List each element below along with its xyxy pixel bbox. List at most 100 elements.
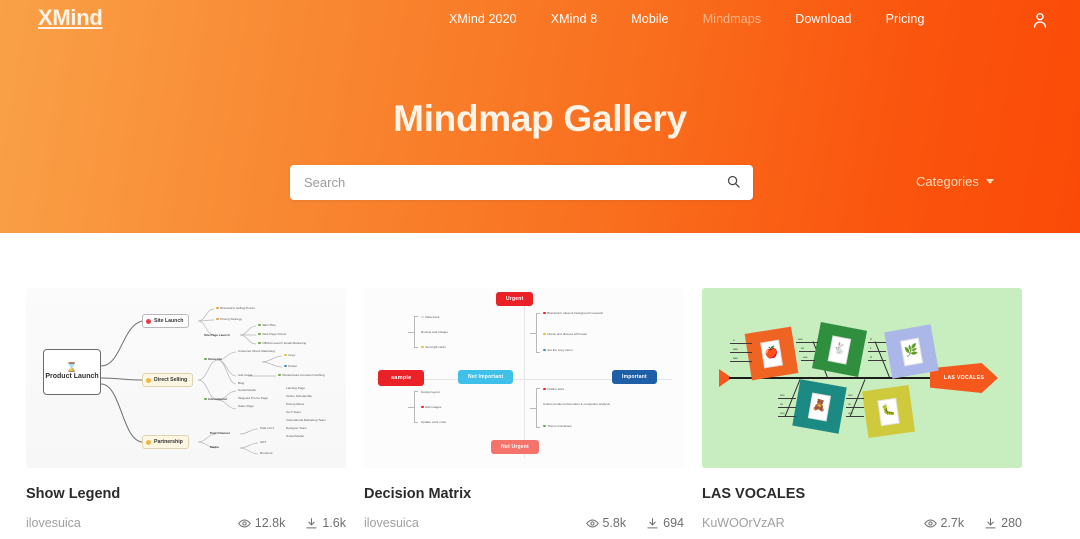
xmind-logo[interactable]: XMind [38, 5, 103, 31]
gallery-card[interactable]: LAS VOCALES 🍎 🐇 🌿 🧸 🐛 a aaa aaa eee ee e… [702, 288, 1022, 530]
branch-label: Direct Selling [154, 377, 188, 383]
branch-label: Site Launch [154, 318, 184, 324]
leaf-label: Domestic [204, 357, 222, 361]
leaf-label: Targeted Promo Page [238, 396, 269, 400]
search-button[interactable] [713, 165, 753, 200]
card-meta: ilovesuica 12.8k 1.6k [26, 516, 346, 530]
fishbone-card-u: 🐛 [861, 384, 916, 439]
thumbnail-show-legend[interactable]: ⌛ Product Launch Site Launch Direct Sell… [26, 288, 346, 468]
fishbone-leg [868, 342, 886, 343]
card-meta: KuWOOrVzAR 2.7k 280 [702, 516, 1022, 530]
leaf-label: Paid Channel [210, 431, 230, 435]
leaf-label: Brainstorm Selling Points [216, 306, 255, 310]
views-stat: 5.8k [585, 516, 627, 530]
user-icon[interactable] [1030, 10, 1050, 30]
fishbone-leg [801, 360, 815, 361]
download-icon [305, 517, 318, 530]
download-icon [646, 517, 659, 530]
fishbone-leg [778, 416, 796, 417]
fishbone-label: ii [870, 347, 872, 350]
search-input[interactable] [290, 175, 713, 190]
fishbone-label: iii [870, 356, 872, 359]
matrix-tag-sample: sample [378, 370, 425, 386]
leaf-label: Email Marketing [284, 341, 307, 345]
card-title[interactable]: Decision Matrix [364, 486, 684, 502]
nav-item-xmind-8[interactable]: XMind 8 [534, 12, 615, 26]
leaf-label: Ads Guide [238, 373, 253, 377]
card-title[interactable]: Show Legend [26, 486, 346, 502]
mindmap-branch-direct-selling: Direct Selling [142, 373, 194, 387]
matrix-vertical-axis [524, 298, 525, 458]
nav-item-mindmaps[interactable]: Mindmaps [686, 12, 778, 26]
nav-item-pricing[interactable]: Pricing [869, 12, 942, 26]
leaf-label: Media [210, 445, 219, 449]
eye-icon [237, 517, 251, 530]
card-author[interactable]: ilovesuica [26, 516, 218, 530]
card-title[interactable]: LAS VOCALES [702, 486, 1022, 502]
fishbone-label: aaa [733, 357, 738, 360]
leaf-label: Designer Team [286, 426, 307, 430]
branch-label: Partnership [154, 439, 183, 445]
fishbone-card-a: 🍎 [744, 326, 799, 381]
branch-marker-icon [146, 439, 151, 445]
leaf-label: International Marketing Team [286, 418, 326, 422]
fishbone-leg [730, 352, 752, 353]
categories-label: Categories [916, 174, 979, 189]
matrix-tag-important: Important [612, 370, 657, 384]
nav-item-xmind-2020[interactable]: XMind 2020 [432, 12, 534, 26]
leaf-label: Pricing Strategy [216, 317, 242, 321]
search-bar[interactable] [290, 165, 753, 200]
fishbone-label: a [733, 339, 735, 342]
fishbone-leg [868, 351, 886, 352]
brace-stub [530, 408, 537, 409]
fishbone-leg [796, 342, 818, 343]
vowel-image-i: 🌿 [899, 337, 924, 366]
leaf-label: Pricing Rules [286, 402, 305, 406]
fishbone-card-i: 🌿 [884, 324, 939, 379]
downloads-count: 280 [1001, 516, 1022, 530]
matrix-item: Edit images [421, 405, 441, 409]
card-author[interactable]: KuWOOrVzAR [702, 516, 904, 530]
fishbone-leg [846, 407, 864, 408]
fishbone-leg [846, 398, 864, 399]
matrix-item: Send gift cards [421, 345, 446, 349]
matrix-tag-not-important: Not Important [458, 370, 514, 384]
mindmap-branch-site-launch: Site Launch [142, 314, 190, 328]
matrix-item: Theme interaction [543, 424, 572, 428]
mindmap-root-label: Product Launch [45, 372, 99, 380]
mindmap-root-node: ⌛ Product Launch [43, 349, 101, 395]
matrix-item: Review and critique [421, 330, 448, 334]
leaf-label: Site Page Launch [204, 333, 230, 337]
page-title: Mindmap Gallery [393, 98, 687, 139]
leaf-label: Official Launch [258, 341, 283, 345]
leaf-label: Woodsmoke Constant Clothing [278, 373, 325, 377]
fishbone-label: uuu [848, 394, 853, 397]
leaf-label: Social Media [286, 434, 304, 438]
nav-item-download[interactable]: Download [778, 12, 868, 26]
downloads-stat: 280 [984, 516, 1022, 530]
fishbone-label: oo [780, 403, 783, 406]
top-navbar: XMind XMind 2020 XMind 8 Mobile Mindmaps… [0, 0, 1080, 44]
leaf-label: ADT [260, 440, 267, 444]
nav-item-mobile[interactable]: Mobile [614, 12, 685, 26]
brace-stub [408, 407, 415, 408]
leaf-label: Social Media [238, 388, 256, 392]
card-author[interactable]: ilovesuica [364, 516, 566, 530]
downloads-stat: 1.6k [305, 516, 346, 530]
hourglass-icon: ⌛ [66, 361, 78, 372]
matrix-tag-not-urgent: Not Urgent [491, 440, 539, 454]
views-count: 5.8k [602, 516, 627, 530]
gallery-card[interactable]: Urgent Not Urgent Important Not Importan… [364, 288, 684, 530]
views-count: 12.8k [254, 516, 286, 530]
gallery-card[interactable]: ⌛ Product Launch Site Launch Direct Sell… [26, 288, 346, 530]
categories-dropdown[interactable]: Categories [916, 174, 994, 189]
fishbone-leg [730, 343, 752, 344]
fishbone-leg [778, 398, 796, 399]
leaf-label: Brochure [260, 451, 273, 455]
thumbnail-las-vocales[interactable]: LAS VOCALES 🍎 🐇 🌿 🧸 🐛 a aaa aaa eee ee e… [702, 288, 1022, 468]
views-stat: 12.8k [237, 516, 286, 530]
brace-stub [408, 332, 415, 333]
thumbnail-decision-matrix[interactable]: Urgent Not Urgent Important Not Importan… [364, 288, 684, 468]
hero-header: XMind XMind 2020 XMind 8 Mobile Mindmaps… [0, 0, 1080, 233]
fishbone-leg [846, 416, 864, 417]
